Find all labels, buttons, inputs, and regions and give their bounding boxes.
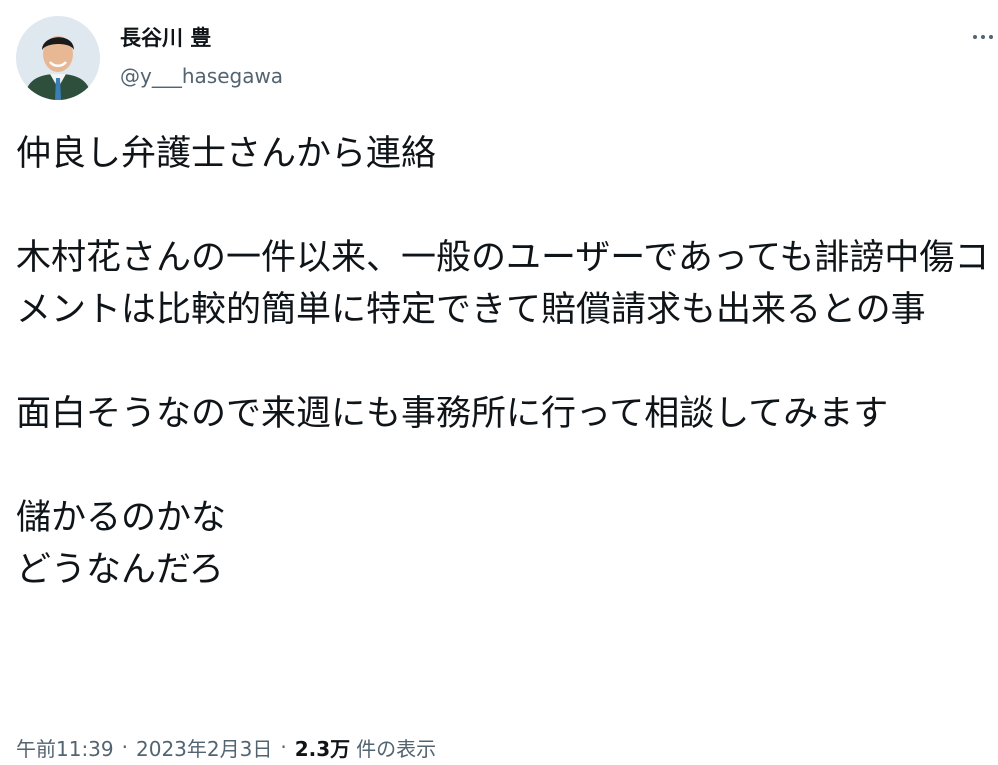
more-horizontal-icon <box>973 35 977 39</box>
author-handle[interactable]: @y___hasegawa <box>120 62 283 90</box>
more-horizontal-icon <box>989 35 993 39</box>
author-name[interactable]: 長谷川 豊 <box>120 24 211 52</box>
author-avatar[interactable] <box>16 16 100 100</box>
tweet-time[interactable]: 午前11:39 <box>16 733 114 762</box>
tweet-paragraph: 面白そうなので来週にも事務所に行って相談してみます <box>16 394 889 434</box>
tweet-date[interactable]: 2023年2月3日 <box>136 733 272 762</box>
tweet-paragraph: 儲かるのかな どうなんだろ <box>16 498 227 590</box>
views-count[interactable]: 2.3万 <box>295 733 350 762</box>
tweet-paragraph: 木村花さんの一件以来、一般のユーザーであっても誹謗中傷コメントは比較的簡単に特定… <box>16 238 990 330</box>
tweet-text: 仲良し弁護士さんから連絡 木村花さんの一件以来、一般のユーザーであっても誹謗中傷… <box>16 128 991 596</box>
more-horizontal-icon <box>981 35 985 39</box>
tweet-metadata: 午前11:39 · 2023年2月3日 · 2.3万 件の表示 <box>16 732 436 762</box>
views-label[interactable]: 件の表示 <box>356 733 436 762</box>
meta-separator: · <box>280 735 287 759</box>
tweet-paragraph: 仲良し弁護士さんから連絡 <box>16 134 437 174</box>
avatar-image <box>16 16 100 100</box>
meta-separator: · <box>121 735 128 759</box>
more-options-button[interactable] <box>968 22 998 52</box>
tweet-card: 長谷川 豊 @y___hasegawa 仲良し弁護士さんから連絡 木村花さんの一… <box>0 0 998 765</box>
